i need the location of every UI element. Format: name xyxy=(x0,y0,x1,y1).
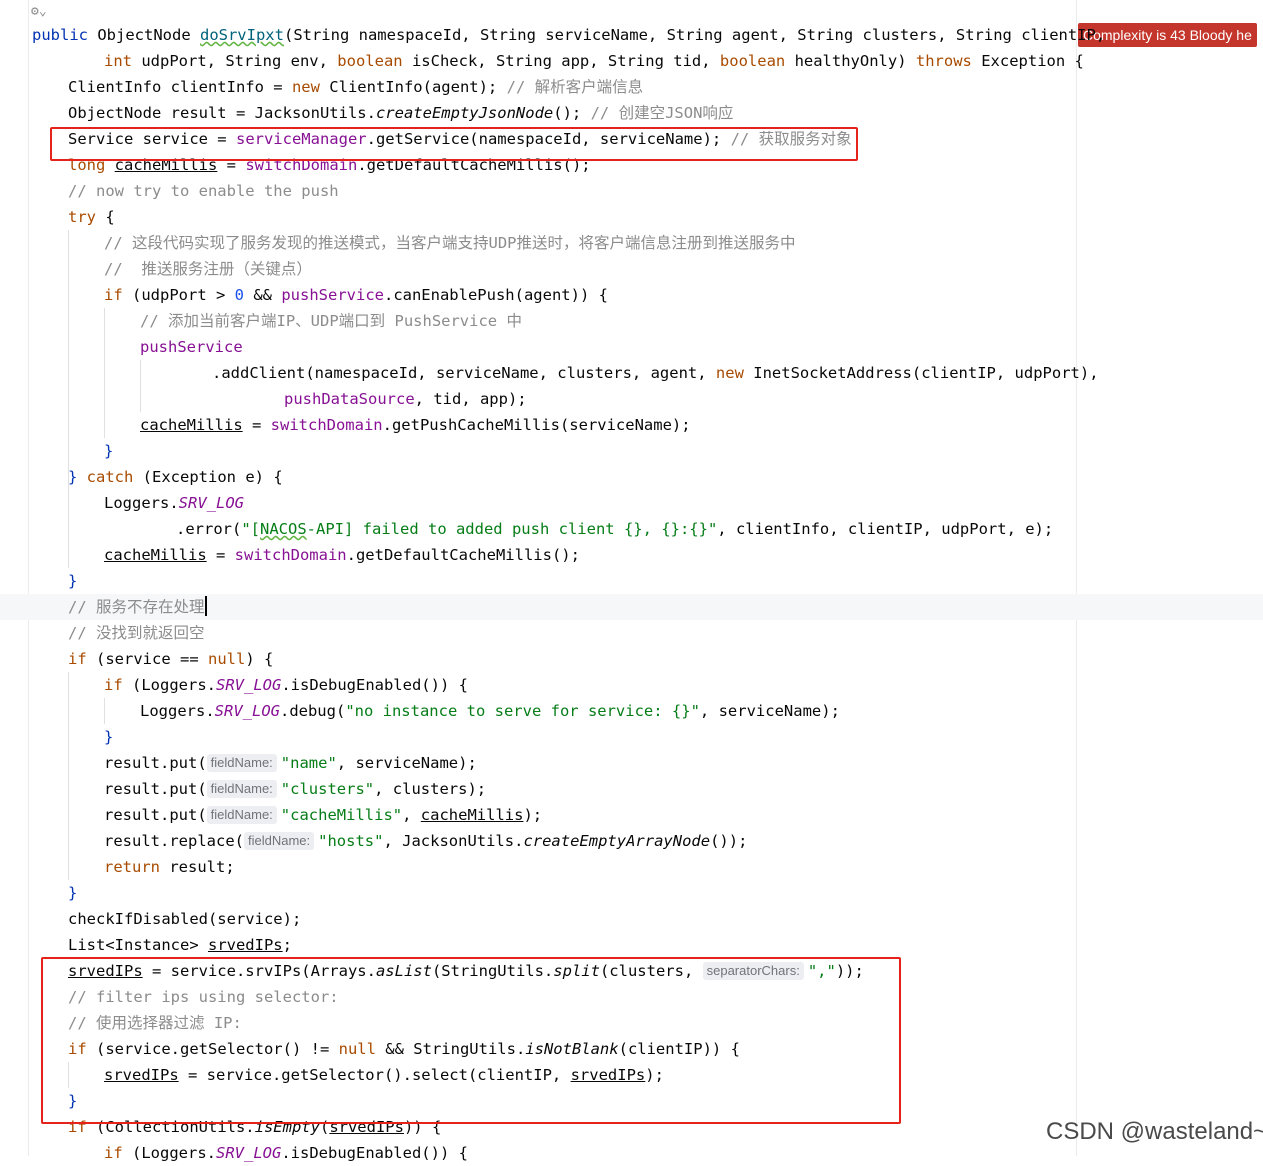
code-line[interactable]: result.put(fieldName: "cacheMillis", cach… xyxy=(104,802,542,828)
code-line[interactable]: Loggers.SRV_LOG.debug("no instance to se… xyxy=(140,698,840,724)
param-hint: fieldName: xyxy=(206,806,277,824)
code-line[interactable]: cacheMillis = switchDomain.getPushCacheM… xyxy=(140,412,691,438)
code-line[interactable]: // 添加当前客户端IP、UDP端口到 PushService 中 xyxy=(140,308,522,334)
indent-guide xyxy=(68,672,69,880)
indent-guide xyxy=(68,230,69,568)
code-line[interactable]: ObjectNode result = JacksonUtils.createE… xyxy=(68,100,733,126)
right-margin-guide xyxy=(1076,0,1077,1156)
code-line[interactable]: result.replace(fieldName: "hosts", Jackso… xyxy=(104,828,747,854)
code-line[interactable]: return result; xyxy=(104,854,235,880)
watermark: CSDN @wasteland~ xyxy=(1046,1118,1263,1145)
code-line[interactable]: // 这段代码实现了服务发现的推送模式，当客户端支持UDP推送时，将客户端信息注… xyxy=(104,230,796,256)
code-line[interactable]: // 没找到就返回空 xyxy=(68,620,205,646)
code-line[interactable]: Loggers.SRV_LOG xyxy=(104,490,244,516)
code-line[interactable]: pushDataSource, tid, app); xyxy=(284,386,527,412)
param-hint: fieldName: xyxy=(243,832,315,850)
code-line[interactable]: result.put(fieldName: "clusters", cluster… xyxy=(104,776,486,802)
code-line[interactable]: if (Loggers.SRV_LOG.isDebugEnabled()) { xyxy=(104,1140,468,1166)
indent-guide xyxy=(140,360,141,412)
code-line[interactable]: } catch (Exception e) { xyxy=(68,464,283,490)
code-line[interactable]: try { xyxy=(68,204,115,230)
code-line[interactable]: } xyxy=(104,724,113,750)
code-line[interactable]: public ObjectNode doSrvIpxt(String names… xyxy=(32,22,1105,48)
code-line[interactable]: if (service == null) { xyxy=(68,646,273,672)
code-line[interactable]: int udpPort, String env, boolean isCheck… xyxy=(104,48,1084,74)
param-hint: fieldName: xyxy=(206,780,277,798)
text-caret xyxy=(204,596,207,616)
code-line[interactable]: .error("[NACOS-API] failed to added push… xyxy=(176,516,1053,542)
code-line[interactable]: } xyxy=(68,880,77,906)
code-line[interactable]: result.put(fieldName: "name", serviceName… xyxy=(104,750,477,776)
code-line[interactable]: ClientInfo clientInfo = new ClientInfo(a… xyxy=(68,74,643,100)
code-line[interactable]: // 推送服务注册（关键点） xyxy=(104,256,312,282)
code-line[interactable]: if (udpPort > 0 && pushService.canEnable… xyxy=(104,282,608,308)
code-line[interactable]: cacheMillis = switchDomain.getDefaultCac… xyxy=(104,542,580,568)
code-line[interactable]: if (Loggers.SRV_LOG.isDebugEnabled()) { xyxy=(104,672,468,698)
method-name-doSrvIpxt: doSrvIpxt xyxy=(199,26,284,44)
code-line[interactable]: } xyxy=(68,568,77,594)
code-line[interactable]: pushService xyxy=(140,334,243,360)
indent-guide xyxy=(104,698,105,724)
editor-gutter xyxy=(0,0,29,1156)
code-line[interactable]: List<Instance> srvedIPs; xyxy=(68,932,292,958)
code-line[interactable]: } xyxy=(104,438,113,464)
code-line-current[interactable]: // 服务不存在处理 xyxy=(68,594,207,620)
annotation-box-service xyxy=(50,127,858,161)
inlay-settings-icon[interactable]: ⚙⌄ xyxy=(31,4,47,19)
annotation-box-selector xyxy=(41,957,901,1124)
indent-guide xyxy=(104,308,105,438)
param-hint: fieldName: xyxy=(206,754,277,772)
code-line[interactable]: // now try to enable the push xyxy=(68,178,339,204)
code-line[interactable]: .addClient(namespaceId, serviceName, clu… xyxy=(212,360,1099,386)
code-line[interactable]: checkIfDisabled(service); xyxy=(68,906,301,932)
